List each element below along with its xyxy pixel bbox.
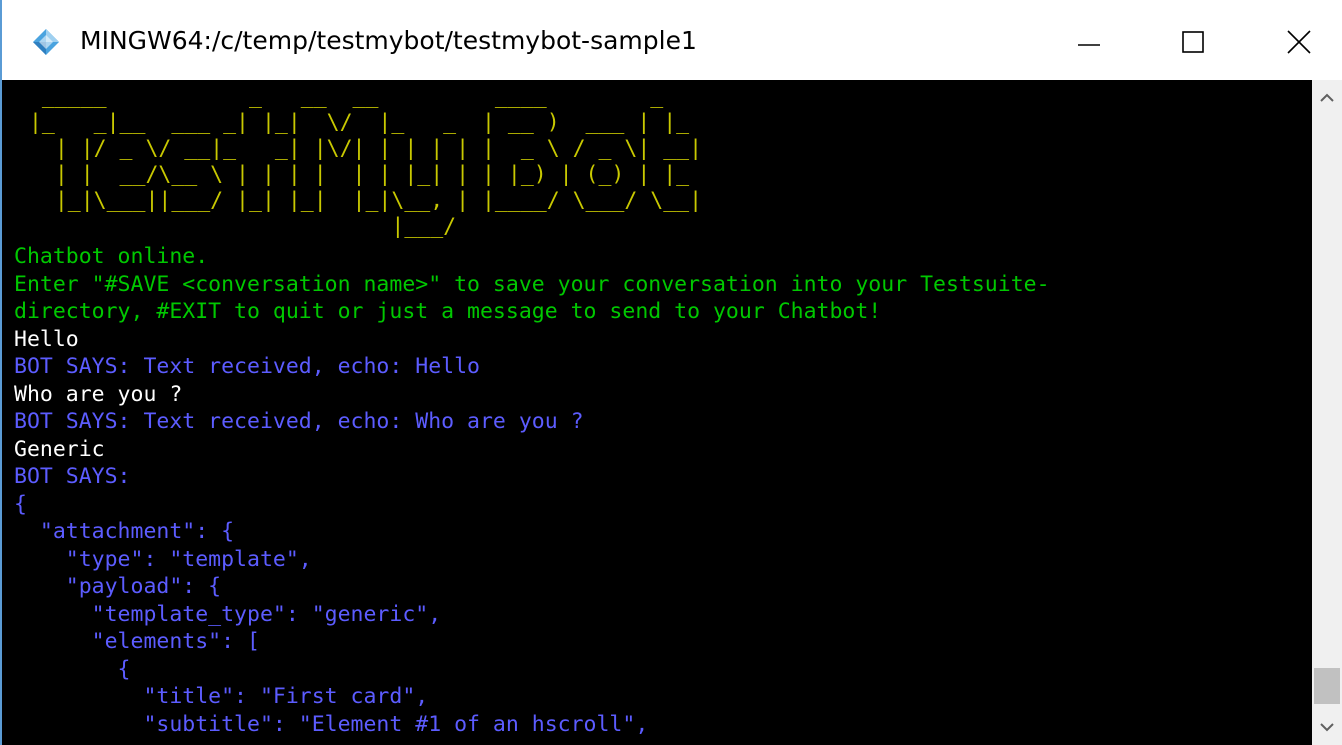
terminal-window: MINGW64:/c/temp/testmybot/testmybot-samp… — [0, 0, 1342, 745]
chevron-down-icon — [1320, 723, 1334, 732]
git-bash-icon — [32, 28, 60, 56]
user-input-line: Who are you ? — [14, 381, 183, 407]
scroll-down-button[interactable] — [1312, 709, 1342, 745]
terminal-output[interactable]: _____ _ __ __ ____ _ |_ _|__ ___ _| |_| … — [0, 80, 1312, 745]
title-bar[interactable]: MINGW64:/c/temp/testmybot/testmybot-samp… — [0, 0, 1342, 80]
window-title: MINGW64:/c/temp/testmybot/testmybot-samp… — [80, 26, 697, 55]
scrollbar-thumb[interactable] — [1314, 668, 1340, 704]
bot-response-line: BOT SAYS: Text received, echo: Who are y… — [14, 409, 584, 434]
bot-response-line: { — [14, 656, 131, 682]
chevron-up-icon — [1320, 93, 1334, 102]
minimize-button[interactable] — [1054, 14, 1124, 70]
bot-response-line: "template_type": "generic", — [14, 601, 442, 627]
bot-response-line: "payload": { — [14, 574, 222, 599]
terminal-lines: Chatbot online. Enter "#SAVE <conversatio… — [14, 243, 1050, 738]
close-button[interactable] — [1264, 14, 1334, 70]
bot-response-line: { — [14, 491, 27, 517]
bot-response-line: "title": "First card", — [14, 684, 429, 709]
bot-response-line: "attachment": { — [14, 519, 235, 544]
user-input-line: Generic — [14, 436, 105, 462]
banner-art-row: |_ _|__ ___ _| |_| \/ |_ _ | __ ) ___ | … — [16, 110, 703, 135]
testmybot-ascii-banner: _____ _ __ __ ____ _ |_ _|__ ___ _| |_| … — [16, 84, 702, 240]
close-icon — [1287, 30, 1311, 54]
scroll-up-button[interactable] — [1312, 80, 1342, 116]
bot-response-line: BOT SAYS: — [14, 464, 131, 489]
bot-response-line: "type": "template", — [14, 546, 312, 572]
banner-art-row: _____ _ __ __ ____ _ — [16, 84, 703, 109]
banner-art-row: | |/ _ \/ __|_ _| |\/| | | | | | _ \ / _… — [16, 136, 703, 161]
minimize-icon — [1078, 44, 1100, 46]
system-message-line: Chatbot online. — [14, 244, 209, 269]
banner-art-row: | | __/\__ \ | | | | | | |_| | | |_) | (… — [16, 162, 703, 187]
banner-art-row: |_|\___||___/ |_| |_| |_|\__, | |____/ \… — [16, 188, 703, 213]
maximize-button[interactable] — [1158, 14, 1228, 70]
bot-response-line: "elements": [ — [14, 629, 260, 654]
maximize-icon — [1182, 31, 1204, 53]
bot-response-line: BOT SAYS: Text received, echo: Hello — [14, 354, 480, 379]
vertical-scrollbar[interactable] — [1312, 80, 1342, 745]
system-message-line: Enter "#SAVE <conversation name>" to sav… — [14, 271, 1050, 297]
banner-art-row: |___/ — [16, 214, 703, 239]
system-message-line: directory, #EXIT to quit or just a messa… — [14, 299, 882, 324]
user-input-line: Hello — [14, 326, 79, 352]
bot-response-line: "subtitle": "Element #1 of an hscroll", — [14, 711, 649, 737]
